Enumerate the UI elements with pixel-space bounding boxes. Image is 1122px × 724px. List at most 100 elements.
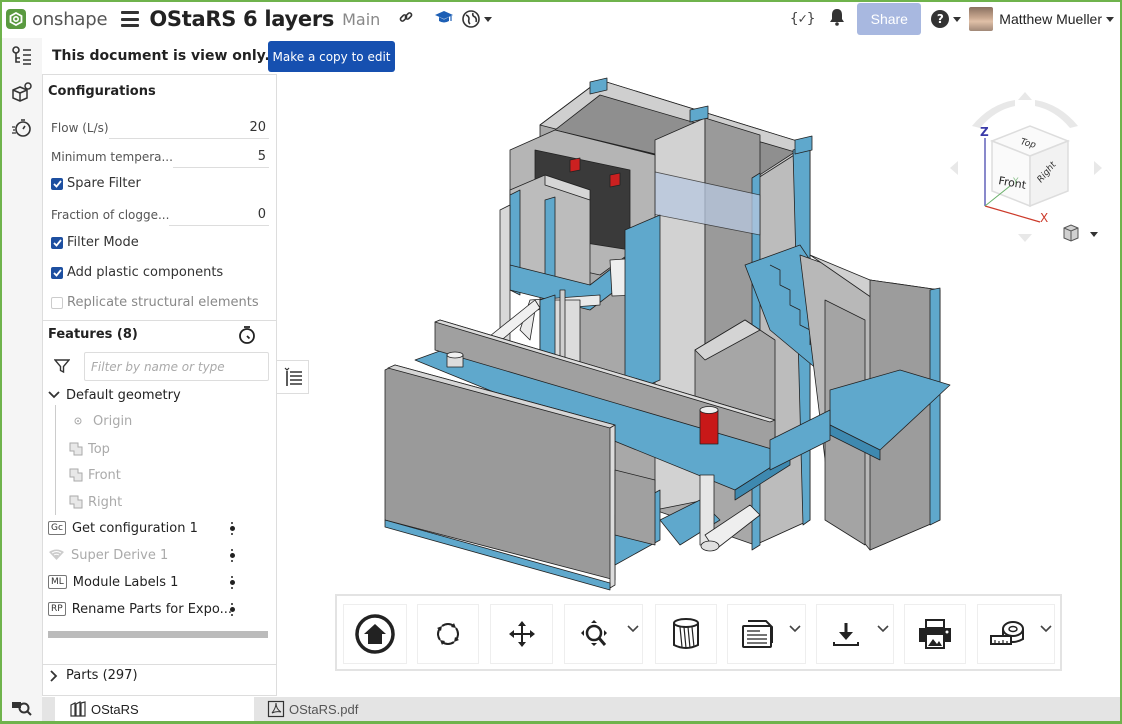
section-view-button[interactable] [655,604,717,664]
globe-icon[interactable] [462,10,493,28]
x-axis [984,205,1041,223]
plane-icon [69,495,83,509]
list-view-icon [284,367,302,386]
history-button[interactable] [2,110,42,146]
tree-item-front-plane[interactable]: Front [69,465,121,485]
config-value-field[interactable]: 20 [109,117,269,139]
default-geometry-node[interactable]: Default geometry [48,385,181,405]
x-axis-label: X [1040,211,1048,225]
plane-icon [69,442,83,456]
chevron-down-icon[interactable] [48,391,60,399]
rollback-stopwatch-icon[interactable] [237,325,257,349]
left-icon-rail [2,38,42,722]
filter-icon[interactable] [53,358,71,378]
onshape-logo[interactable]: onshape [6,8,108,30]
logo-text: onshape [32,8,108,30]
make-copy-button[interactable]: Make a copy to edit [268,41,395,72]
feature-item[interactable]: ML Module Labels 1 [48,572,178,592]
avatar [969,7,994,31]
feature-list-button[interactable] [2,38,42,74]
config-label: Minimum tempera... [51,150,173,164]
zoom-icon [580,620,607,646]
export-dropdown-chevron-icon[interactable] [877,622,889,637]
checkbox-add-plastic[interactable]: Add plastic components [51,265,223,280]
view-arrow-left-icon [950,161,958,175]
toggle-list-view-button[interactable] [277,360,309,394]
pan-icon [508,621,535,647]
checkbox-checked-icon[interactable] [51,236,63,249]
checkbox-spare-filter[interactable]: Spare Filter [51,176,141,191]
help-menu[interactable]: ? [931,10,962,28]
feature-menu-icon[interactable] [229,600,235,618]
parts-config-button[interactable] [2,74,42,110]
download-icon [833,623,859,646]
config-label: Flow (L/s) [51,121,109,135]
link-icon[interactable] [398,9,414,29]
feature-item[interactable]: RP Rename Parts for Expo... [48,599,232,619]
variables-icon[interactable]: {✓} [790,11,815,27]
graduation-cap-icon[interactable] [434,9,454,29]
user-menu[interactable]: Matthew Mueller [969,7,1114,31]
checkbox-filter-mode[interactable]: Filter Mode [51,235,139,250]
checkbox-label: Replicate structural elements [67,295,259,310]
branch-label[interactable]: Main [342,10,380,29]
search-icon [12,702,32,716]
section-view-icon [673,618,699,649]
feature-type-icon: Gc [48,521,66,535]
named-views-dropdown-chevron-icon[interactable] [789,622,801,637]
document-title[interactable]: OStaRS 6 layers [149,7,334,31]
checkbox-unchecked-icon[interactable] [51,296,63,309]
config-input-fraction-clogged: Fraction of clogge... 0 [51,204,269,226]
stopwatch-icon [12,119,31,137]
parts-label: Parts (297) [66,668,138,683]
pan-button[interactable] [490,604,553,664]
cube-gear-icon [12,82,32,102]
feature-menu-icon[interactable] [229,546,235,564]
feature-item[interactable]: Super Derive 1 [48,545,168,565]
share-button[interactable]: Share [857,3,922,35]
feature-filter-input[interactable] [84,352,269,381]
checkbox-label: Spare Filter [67,176,141,191]
view-cube-menu-icon [1063,224,1098,242]
derive-icon [48,549,65,561]
config-value-field[interactable]: 5 [172,146,269,168]
tree-item-right-plane[interactable]: Right [69,492,122,512]
view-arrow-up-icon [1018,92,1032,100]
view-only-notice: This document is view only. [52,48,270,64]
y-axis-label: Y [1012,177,1019,187]
search-parts-button[interactable] [2,694,42,722]
tab-label: OStaRS [91,701,139,717]
measure-dropdown-chevron-icon[interactable] [1040,622,1052,637]
part-studio-icon [70,701,86,717]
config-value-field[interactable]: 0 [169,204,269,226]
feature-label: Module Labels 1 [72,574,179,590]
checkbox-checked-icon[interactable] [51,266,63,279]
tree-item-top-plane[interactable]: Top [69,439,110,459]
checkbox-checked-icon[interactable] [51,177,63,190]
chevron-right-icon[interactable] [48,669,60,682]
origin-icon [71,417,85,425]
feature-menu-icon[interactable] [229,519,235,537]
home-view-button[interactable] [343,604,407,664]
parts-list-toggle[interactable]: Parts (297) [48,668,138,683]
view-cube[interactable]: Top Front Right Z Y X [940,86,1110,260]
rotate-button[interactable] [417,604,479,664]
zoom-dropdown-chevron-icon[interactable] [627,622,639,637]
tab-part-studio[interactable]: OStaRS [55,697,254,721]
horizontal-scrollbar[interactable] [48,631,268,638]
tab-pdf[interactable]: OStaRS.pdf [257,697,407,721]
plane-icon [69,468,83,482]
feature-type-icon: RP [48,602,66,616]
feature-label: Rename Parts for Expo... [71,601,232,617]
z-axis-label: Z [980,125,989,139]
hamburger-menu-icon[interactable] [121,11,140,27]
feature-menu-icon[interactable] [229,573,235,591]
printer-icon [919,619,951,649]
bell-icon[interactable] [829,8,845,30]
checkbox-replicate-structural[interactable]: Replicate structural elements [51,295,259,310]
rotate-left-arrow-icon [972,100,1015,128]
print-button[interactable] [904,604,966,664]
feature-item[interactable]: Gc Get configuration 1 [48,518,198,538]
view-toolbar [335,594,1062,671]
tree-item-origin[interactable]: Origin [71,411,132,431]
